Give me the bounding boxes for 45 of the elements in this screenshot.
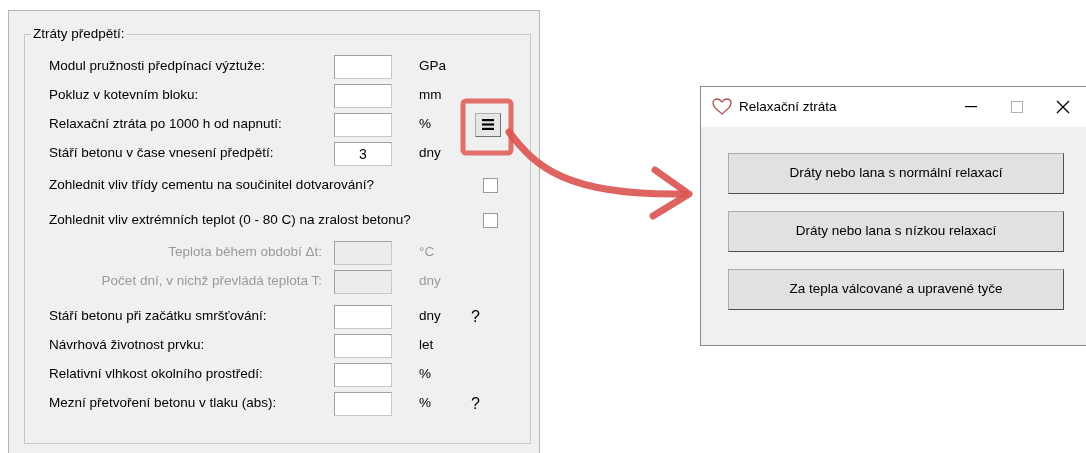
input-field[interactable]: [334, 83, 392, 108]
input-field[interactable]: [334, 362, 392, 387]
unit-label: dny: [419, 308, 441, 324]
input-field[interactable]: [334, 333, 392, 358]
unit-label: %: [419, 366, 431, 382]
help-mark[interactable]: ?: [471, 304, 480, 329]
field-label: Modul pružnosti předpínací výztuže:: [49, 57, 266, 76]
unit-label: GPa: [419, 58, 446, 74]
menu-button[interactable]: [475, 112, 501, 137]
field-label: Stáří betonu při začátku smršťování:: [49, 307, 267, 326]
menu-icon: [482, 119, 494, 130]
maximize-icon: [1011, 101, 1023, 113]
unit-label: dny: [419, 273, 441, 289]
checkbox[interactable]: [483, 213, 498, 228]
field-label: Teplota během období Δt:: [168, 243, 322, 262]
input-field[interactable]: [334, 112, 392, 137]
field-label: Relaxační ztráta po 1000 h od napnutí:: [49, 115, 282, 134]
field-label: Relativní vlhkost okolního prostředí:: [49, 365, 263, 384]
input-field[interactable]: [334, 391, 392, 416]
input-field[interactable]: [334, 54, 392, 79]
unit-label: °C: [419, 244, 435, 260]
option-button[interactable]: Dráty nebo lana s nízkou relaxací: [728, 211, 1064, 252]
unit-label: dny: [419, 145, 441, 161]
checkbox[interactable]: [483, 178, 498, 193]
unit-label: %: [419, 395, 431, 411]
unit-label: let: [419, 337, 434, 353]
heart-icon: [712, 98, 732, 116]
input-field[interactable]: 3: [334, 141, 392, 166]
unit-label: %: [419, 116, 431, 132]
field-label: Počet dní, v nichž převládá teplota T:: [101, 272, 322, 291]
option-button[interactable]: Dráty nebo lana s normální relaxací: [728, 153, 1064, 194]
input-field[interactable]: [334, 304, 392, 329]
checkbox-label: Zohlednit vliv třídy cementu na součinitel dotvarování?: [49, 176, 374, 195]
highlight-frame: [460, 98, 514, 156]
field-label: Pokluz v kotevním bloku:: [49, 86, 199, 105]
field-label: Stáří betonu v čase vnesení předpětí:: [49, 144, 274, 163]
unit-label: mm: [419, 87, 442, 103]
option-button[interactable]: Za tepla válcované a upravené tyče: [728, 269, 1064, 310]
field-label: Návrhová životnost prvku:: [49, 336, 205, 355]
minimize-icon: [965, 106, 977, 108]
close-icon: [1056, 100, 1070, 114]
help-mark[interactable]: ?: [471, 391, 480, 416]
field-label: Mezní přetvoření betonu v tlaku (abs):: [49, 394, 277, 413]
checkbox-label: Zohlednit vliv extrémních teplot (0 - 80 C) na zralost betonu?: [49, 211, 411, 230]
window-title: Relaxační ztráta: [739, 97, 837, 116]
